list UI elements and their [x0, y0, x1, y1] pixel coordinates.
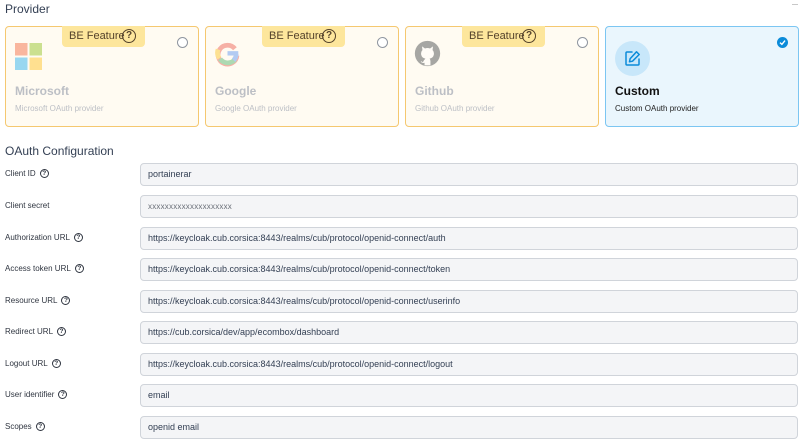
github-icon	[414, 40, 441, 67]
logout-url-label: Logout URL ?	[5, 359, 61, 368]
authorization-url-label: Authorization URL ?	[5, 233, 83, 242]
client-secret-input[interactable]: xxxxxxxxxxxxxxxxxxxx	[140, 195, 798, 218]
help-circle-icon[interactable]: ?	[522, 29, 536, 43]
provider-radio-github[interactable]	[577, 37, 588, 48]
client-secret-label: Client secret	[5, 201, 50, 210]
scopes-input[interactable]: openid email	[140, 416, 798, 439]
client-id-input[interactable]: portainerar	[140, 163, 798, 186]
oauth-configuration-title: OAuth Configuration	[5, 144, 114, 158]
card-title: Github	[415, 84, 454, 98]
microsoft-icon	[15, 43, 42, 70]
help-circle-icon[interactable]: ?	[322, 29, 336, 43]
access-token-url-label: Access token URL ?	[5, 264, 84, 273]
edit-icon-wrapper	[615, 41, 650, 76]
help-icon[interactable]: ?	[51, 359, 61, 368]
card-description: Google OAuth provider	[215, 104, 297, 113]
access-token-url-input[interactable]: https://keycloak.cub.corsica:8443/realms…	[140, 258, 798, 281]
provider-radio-google[interactable]	[377, 37, 388, 48]
resource-url-input[interactable]: https://keycloak.cub.corsica:8443/realms…	[140, 290, 798, 313]
client-id-label: Client ID ?	[5, 169, 49, 178]
provider-card-microsoft[interactable]: BE Feature ? Microsoft Microsoft OAuth p…	[5, 26, 199, 127]
resource-url-label: Resource URL ?	[5, 296, 71, 305]
provider-card-google[interactable]: BE Feature ? Google Google OAuth provide…	[205, 26, 399, 127]
card-title: Microsoft	[15, 84, 69, 98]
provider-card-github[interactable]: BE Feature ? Github Github OAuth provide…	[405, 26, 599, 127]
logout-url-input[interactable]: https://keycloak.cub.corsica:8443/realms…	[140, 353, 798, 376]
authorization-url-input[interactable]: https://keycloak.cub.corsica:8443/realms…	[140, 227, 798, 250]
provider-radio-microsoft[interactable]	[177, 37, 188, 48]
card-title: Google	[215, 84, 257, 98]
scroll-edge-mark	[792, 4, 798, 5]
edit-icon	[625, 51, 640, 66]
help-icon[interactable]: ?	[35, 422, 45, 431]
be-feature-badge: BE Feature ?	[62, 26, 145, 47]
card-description: Github OAuth provider	[415, 104, 495, 113]
user-identifier-input[interactable]: email	[140, 384, 798, 407]
check-icon	[779, 40, 786, 46]
help-circle-icon[interactable]: ?	[122, 29, 136, 43]
be-feature-badge: BE Feature ?	[462, 26, 545, 47]
user-identifier-label: User identifier ?	[5, 390, 68, 399]
redirect-url-label: Redirect URL ?	[5, 327, 67, 336]
card-title: Custom	[615, 84, 660, 98]
provider-card-custom[interactable]: Custom Custom OAuth provider	[605, 26, 799, 127]
scopes-label: Scopes ?	[5, 422, 45, 431]
help-icon[interactable]: ?	[58, 390, 68, 399]
card-description: Microsoft OAuth provider	[15, 104, 104, 113]
card-description: Custom OAuth provider	[615, 104, 699, 113]
google-icon	[215, 42, 240, 67]
help-icon[interactable]: ?	[57, 327, 67, 336]
help-icon[interactable]: ?	[39, 169, 49, 178]
provider-radio-custom[interactable]	[777, 37, 788, 48]
help-icon[interactable]: ?	[73, 233, 83, 242]
be-feature-badge: BE Feature ?	[262, 26, 345, 47]
help-icon[interactable]: ?	[61, 296, 71, 305]
provider-title: Provider	[5, 2, 50, 16]
redirect-url-input[interactable]: https://cub.corsica/dev/app/ecombox/dash…	[140, 321, 798, 344]
help-icon[interactable]: ?	[74, 264, 84, 273]
